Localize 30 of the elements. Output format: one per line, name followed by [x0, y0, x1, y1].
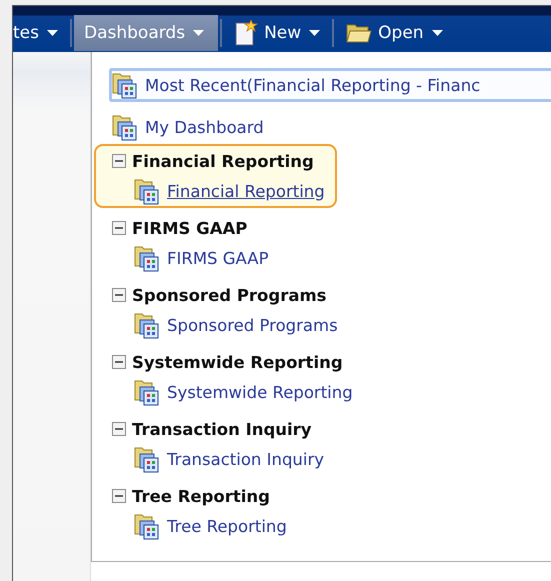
collapse-toggle-icon[interactable] — [112, 154, 126, 168]
group-heading: Sponsored Programs — [132, 286, 326, 304]
nav-menu-button[interactable]: Dashboards — [74, 15, 218, 51]
group-heading: Transaction Inquiry — [132, 420, 312, 438]
group-heading: Financial Reporting — [132, 152, 314, 170]
collapse-toggle-icon[interactable] — [112, 288, 126, 302]
collapse-toggle-icon[interactable] — [112, 489, 126, 503]
menu-link[interactable]: Financial Reporting — [167, 182, 325, 200]
collapse-toggle-icon[interactable] — [112, 221, 126, 235]
collapse-toggle-icon[interactable] — [112, 355, 126, 369]
menu-link[interactable]: Systemwide Reporting — [167, 382, 353, 402]
group-heading: Systemwide Reporting — [132, 352, 343, 372]
caret-icon — [309, 30, 320, 36]
menu-link[interactable]: FIRMS GAAP — [167, 248, 269, 268]
new-document-icon — [234, 20, 258, 46]
menu-link[interactable]: Tree Reporting — [167, 516, 287, 536]
caret-icon — [46, 30, 58, 36]
nav-menu-button[interactable]: New — [224, 15, 330, 51]
caret-icon — [432, 30, 443, 36]
nav-menu-button[interactable]: Open — [336, 15, 453, 51]
group-heading: Tree Reporting — [132, 486, 270, 506]
menu-link[interactable]: Transaction Inquiry — [167, 450, 324, 468]
caret-icon — [193, 30, 204, 36]
group-heading: FIRMS GAAP — [132, 218, 248, 238]
nav-menu-button[interactable]: tes — [13, 15, 68, 51]
menu-item[interactable]: Most Recent(Financial Reporting - Financ — [109, 68, 551, 102]
folder-icon — [346, 22, 372, 44]
menu-link[interactable]: Sponsored Programs — [167, 316, 338, 334]
collapse-toggle-icon[interactable] — [112, 422, 126, 436]
menu-link[interactable]: My Dashboard — [145, 118, 264, 136]
